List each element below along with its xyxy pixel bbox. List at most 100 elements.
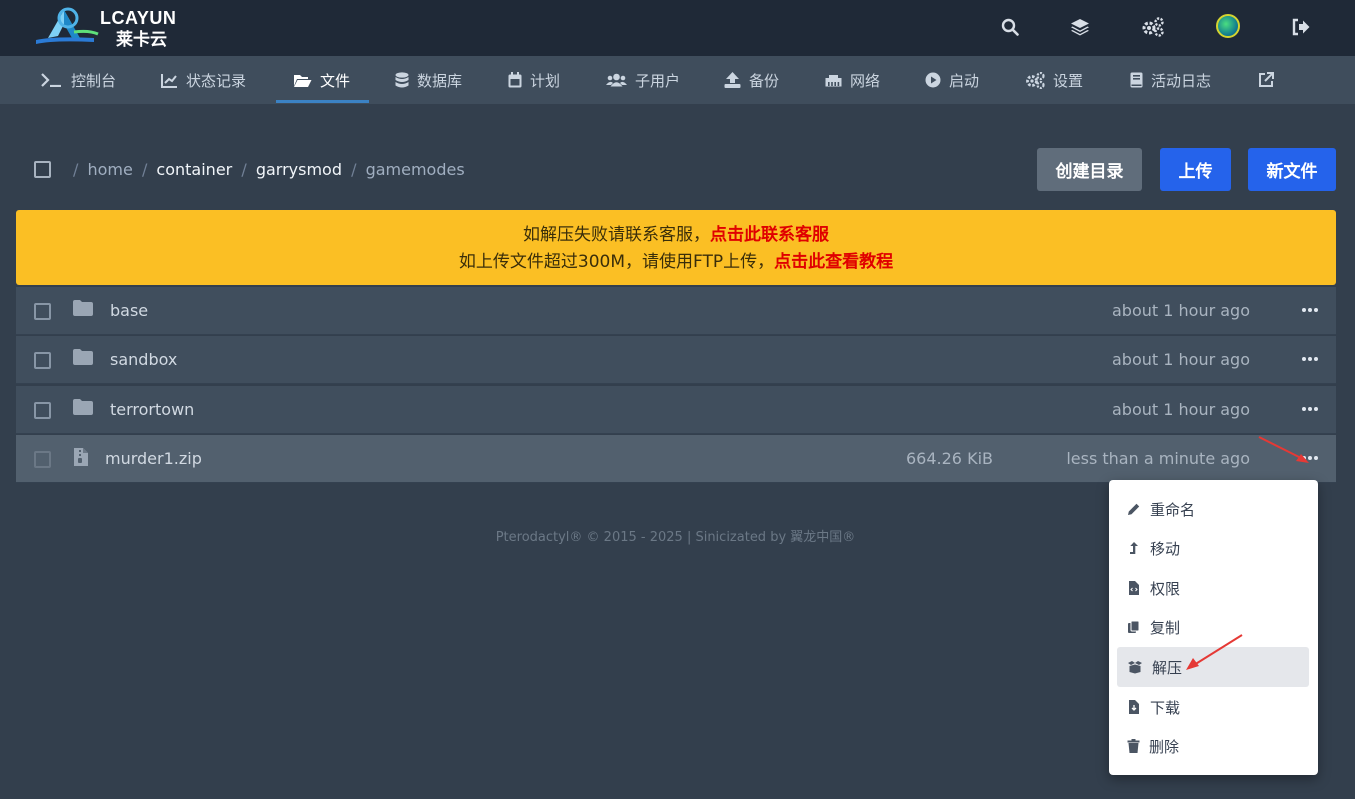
menu-label: 权限	[1150, 579, 1181, 598]
file-modified: about 1 hour ago	[1112, 301, 1250, 320]
brand-logo[interactable]: LCAYUN 莱卡云	[34, 6, 184, 50]
row-checkbox[interactable]	[34, 303, 51, 320]
chart-line-icon	[161, 73, 177, 88]
breadcrumb-garrysmod[interactable]: garrysmod	[256, 160, 342, 179]
nav-label: 计划	[530, 71, 561, 90]
notice-text: 如解压失败请联系客服，	[523, 225, 710, 245]
breadcrumb-container[interactable]: container	[156, 160, 232, 179]
nav-backups[interactable]: 备份	[724, 56, 779, 104]
notice-banner: 如解压失败请联系客服，点击此联系客服 如上传文件超过300M，请使用FTP上传，…	[16, 210, 1336, 285]
nav-label: 活动日志	[1151, 71, 1212, 90]
external-link-icon	[1259, 72, 1274, 87]
nav-schedule[interactable]: 计划	[508, 56, 560, 104]
active-tab-indicator	[276, 100, 369, 103]
nav-label: 备份	[749, 71, 780, 90]
row-options-icon[interactable]	[1302, 401, 1318, 417]
server-nav: 控制台 状态记录 文件 数据库 计划 子用户 备份 网络 启动 设置 活动日志	[0, 56, 1355, 104]
nav-files[interactable]: 文件	[293, 56, 350, 104]
trash-icon	[1127, 739, 1140, 753]
file-modified: about 1 hour ago	[1112, 350, 1250, 369]
nav-network[interactable]: 网络	[825, 56, 880, 104]
folder-icon	[73, 300, 93, 316]
sign-out-icon[interactable]	[1288, 14, 1314, 40]
file-row[interactable]: terrortown about 1 hour ago	[16, 386, 1336, 434]
nav-database[interactable]: 数据库	[395, 56, 462, 104]
copy-icon	[1128, 620, 1140, 633]
select-all-checkbox[interactable]	[34, 161, 51, 178]
nav-activity-log[interactable]: 活动日志	[1130, 56, 1211, 104]
ethernet-icon	[825, 74, 842, 86]
database-icon	[395, 71, 409, 87]
level-up-icon	[1130, 542, 1138, 554]
file-size: 664.26 KiB	[906, 449, 993, 468]
breadcrumb-separator: /	[73, 160, 79, 179]
row-options-icon[interactable]	[1302, 450, 1318, 466]
calendar-icon	[508, 72, 522, 88]
menu-delete[interactable]: 删除	[1117, 726, 1309, 766]
folder-icon	[73, 399, 93, 415]
row-checkbox[interactable]	[34, 402, 51, 419]
menu-label: 移动	[1150, 539, 1181, 558]
file-name: base	[110, 301, 149, 320]
menu-copy[interactable]: 复制	[1117, 607, 1309, 647]
layers-icon[interactable]	[1067, 14, 1093, 40]
breadcrumb-separator: /	[241, 160, 247, 179]
folder-icon	[73, 349, 93, 365]
file-name: terrortown	[110, 400, 195, 419]
file-code-icon	[1129, 581, 1139, 595]
file-row[interactable]: sandbox about 1 hour ago	[16, 336, 1336, 384]
book-icon	[1130, 72, 1143, 88]
nav-settings[interactable]: 设置	[1025, 56, 1083, 104]
notice-text: 如上传文件超过300M，请使用FTP上传，	[458, 252, 775, 272]
row-options-icon[interactable]	[1302, 351, 1318, 367]
logo-mark-icon	[36, 7, 99, 44]
new-file-button[interactable]: 新文件	[1248, 148, 1336, 191]
nav-external-link[interactable]	[1258, 56, 1274, 104]
row-checkbox[interactable]	[34, 451, 51, 468]
file-modified: about 1 hour ago	[1112, 400, 1250, 419]
nav-label: 数据库	[417, 71, 463, 90]
menu-label: 重命名	[1150, 500, 1196, 519]
row-options-icon[interactable]	[1302, 302, 1318, 318]
menu-permissions[interactable]: 权限	[1117, 568, 1309, 608]
nav-subusers[interactable]: 子用户	[606, 56, 680, 104]
upload-button[interactable]: 上传	[1160, 148, 1231, 191]
nav-status-log[interactable]: 状态记录	[161, 56, 246, 104]
menu-label: 复制	[1150, 618, 1181, 637]
create-directory-button[interactable]: 创建目录	[1037, 148, 1142, 191]
users-icon	[606, 73, 627, 87]
cogs-icon[interactable]	[1140, 14, 1166, 40]
menu-download[interactable]: 下载	[1117, 687, 1309, 727]
nav-label: 子用户	[635, 71, 681, 90]
menu-move[interactable]: 移动	[1117, 528, 1309, 568]
file-context-menu: 重命名 移动 权限 复制 解压 下载 删除	[1109, 480, 1318, 775]
nav-startup[interactable]: 启动	[925, 56, 979, 104]
search-icon[interactable]	[997, 14, 1023, 40]
view-tutorial-link[interactable]: 点击此查看教程	[774, 252, 893, 272]
play-circle-icon	[925, 72, 941, 88]
file-archive-icon	[74, 448, 88, 466]
nav-label: 控制台	[71, 71, 117, 90]
top-bar: LCAYUN 莱卡云	[0, 0, 1355, 56]
menu-label: 解压	[1152, 658, 1183, 677]
nav-label: 网络	[850, 71, 881, 90]
file-row[interactable]: base about 1 hour ago	[16, 287, 1336, 335]
avatar[interactable]	[1216, 14, 1240, 38]
folder-open-icon	[294, 74, 312, 87]
nav-label: 启动	[949, 71, 980, 90]
cogs-icon	[1026, 71, 1045, 89]
file-row[interactable]: murder1.zip 664.26 KiB less than a minut…	[16, 435, 1336, 483]
nav-label: 文件	[320, 71, 351, 90]
nav-console[interactable]: 控制台	[41, 56, 116, 104]
breadcrumb: / home / container / garrysmod / gamemod…	[69, 160, 465, 179]
contact-support-link[interactable]: 点击此联系客服	[710, 225, 829, 245]
file-name: murder1.zip	[105, 449, 202, 468]
row-checkbox[interactable]	[34, 352, 51, 369]
brand-name-cn: 莱卡云	[116, 30, 167, 50]
menu-extract[interactable]: 解压	[1117, 647, 1309, 687]
breadcrumb-separator: /	[351, 160, 357, 179]
menu-rename[interactable]: 重命名	[1117, 489, 1309, 529]
box-open-icon	[1128, 661, 1142, 674]
breadcrumb-separator: /	[141, 160, 148, 179]
breadcrumb-home[interactable]: home	[87, 160, 132, 179]
